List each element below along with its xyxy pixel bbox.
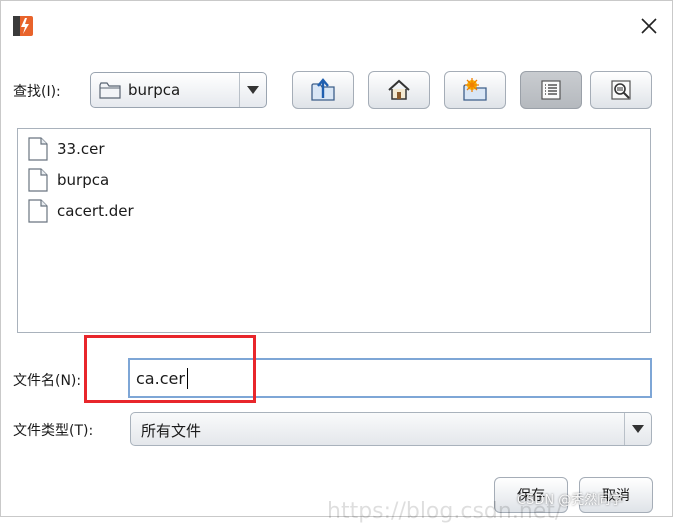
list-view-icon [541,80,561,100]
file-icon [28,137,48,161]
file-type-combo[interactable]: 所有文件 [130,412,652,446]
app-icon [12,15,34,37]
list-item[interactable]: cacert.der [28,198,134,224]
file-type-label: 文件类型(T): [13,423,94,439]
file-name: cacert.der [57,202,134,220]
close-button[interactable] [632,9,666,43]
file-icon [28,168,48,192]
list-item[interactable]: 33.cer [28,136,105,162]
file-name: 33.cer [57,140,105,158]
watermark-text: CSDN @秃然同学 [517,493,624,508]
close-icon [641,18,657,34]
file-save-dialog: 查找(I): burpca 33.cer burpca cacert.der 文… [0,0,673,524]
chevron-down-icon[interactable] [624,413,651,445]
file-type-value: 所有文件 [141,422,202,440]
up-folder-icon [311,78,335,101]
chevron-down-icon[interactable] [239,73,266,107]
file-icon [28,199,48,223]
look-in-label: 查找(I): [13,84,61,100]
list-view-button[interactable] [520,71,582,109]
file-name-label: 文件名(N): [13,373,82,389]
details-view-button[interactable] [590,71,652,109]
details-view-icon [611,80,631,100]
look-in-value: burpca [128,81,181,99]
home-icon [388,79,410,100]
up-folder-button[interactable] [292,71,354,109]
file-list[interactable]: 33.cer burpca cacert.der [17,128,651,333]
look-in-combo[interactable]: burpca [90,72,267,108]
folder-icon [99,82,121,103]
new-folder-button[interactable] [444,71,506,109]
title-bar [1,1,672,51]
new-folder-icon [463,78,487,101]
list-item[interactable]: burpca [28,167,109,193]
home-button[interactable] [368,71,430,109]
file-name: burpca [57,171,110,189]
highlight-box [84,335,256,403]
